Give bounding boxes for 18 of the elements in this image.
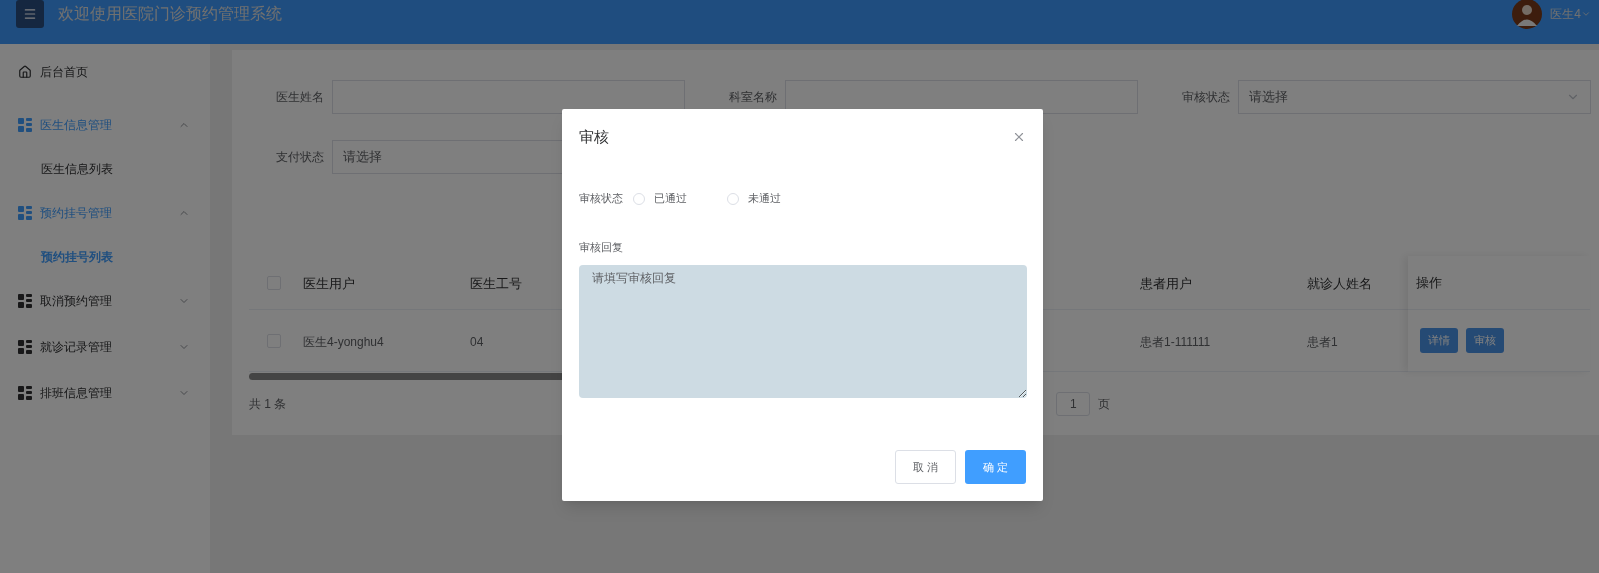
column-header: 医生用户 bbox=[303, 275, 355, 291]
field-label: 审核回复 bbox=[579, 239, 624, 255]
column-header: 操作 bbox=[1416, 273, 1442, 292]
filter-label: 审核状态 bbox=[1181, 89, 1231, 106]
table-cell: 医生4-yonghu4 bbox=[303, 334, 384, 349]
filter-label: 支付状态 bbox=[275, 149, 325, 166]
filter-label: 医生姓名 bbox=[275, 89, 325, 106]
total-count: 共 1 条 bbox=[249, 396, 287, 413]
app-title: 欢迎使用医院门诊预约管理系统 bbox=[58, 4, 282, 24]
column-header: 医生工号 bbox=[470, 275, 522, 291]
filter-label: 科室名称 bbox=[728, 89, 778, 106]
table-cell: 患者1-111111 bbox=[1140, 334, 1211, 349]
column-header: 患者用户 bbox=[1140, 275, 1192, 291]
table-cell: 患者1 bbox=[1307, 334, 1338, 349]
page-suffix: 页 bbox=[1098, 396, 1111, 413]
field-label: 审核状态 bbox=[579, 191, 623, 207]
table-cell: 04 bbox=[470, 334, 484, 349]
column-header: 就诊人姓名 bbox=[1307, 275, 1372, 291]
